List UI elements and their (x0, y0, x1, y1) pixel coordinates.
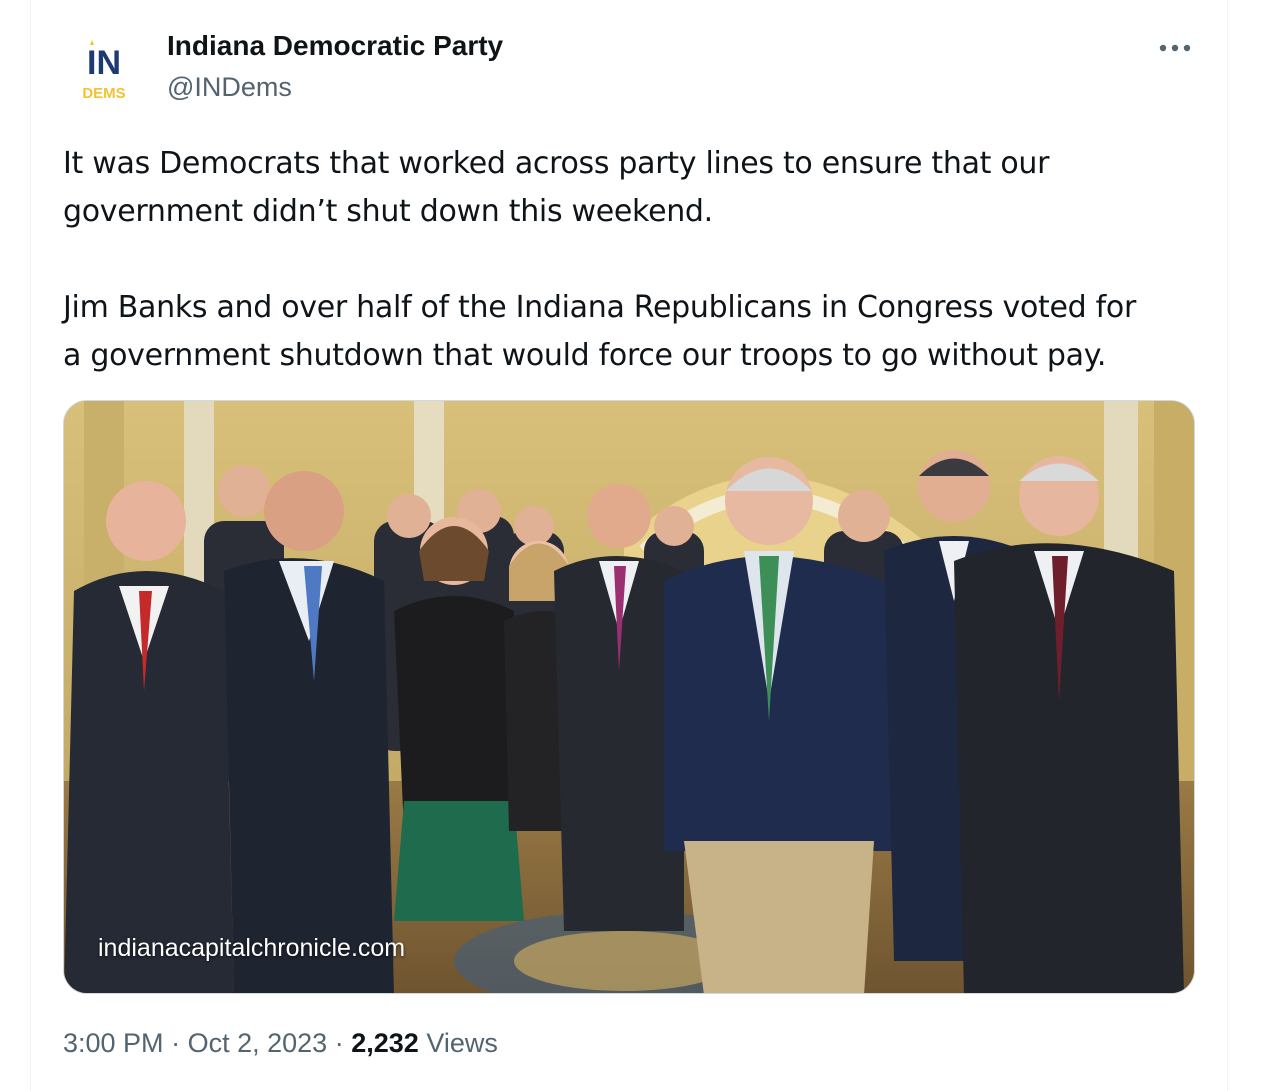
views-count: 2,232 (351, 1028, 419, 1058)
tweet-date[interactable]: Oct 2, 2023 (188, 1028, 328, 1058)
meta-separator: · (171, 1028, 181, 1058)
tweet-paragraph: Jim Banks and over half of the Indiana R… (63, 290, 1136, 373)
group-photo-image (64, 401, 1194, 993)
tweet-meta: 3:00 PM · Oct 2, 2023 · 2,232 Views (63, 1028, 498, 1059)
author-handle[interactable]: @INDems (167, 72, 292, 103)
more-horizontal-icon (1159, 44, 1191, 52)
tweet-time[interactable]: 3:00 PM (63, 1028, 164, 1058)
more-options-button[interactable] (1150, 30, 1200, 66)
meta-separator: · (334, 1028, 344, 1058)
tweet-paragraph: It was Democrats that worked across part… (63, 146, 1050, 229)
logo-subtext: DEMS (82, 85, 125, 102)
tweet-text: It was Democrats that worked across part… (63, 140, 1213, 380)
author-display-name[interactable]: Indiana Democratic Party (167, 30, 503, 62)
indiana-dems-logo: IN DEMS (82, 40, 126, 102)
tweet-photo[interactable]: indianacapitalchronicle.com (63, 400, 1195, 994)
photo-watermark: indianacapitalchronicle.com (98, 934, 406, 962)
views-label: Views (426, 1028, 498, 1058)
logo-letters: IN (87, 44, 121, 82)
author-avatar[interactable]: IN DEMS (63, 30, 145, 112)
